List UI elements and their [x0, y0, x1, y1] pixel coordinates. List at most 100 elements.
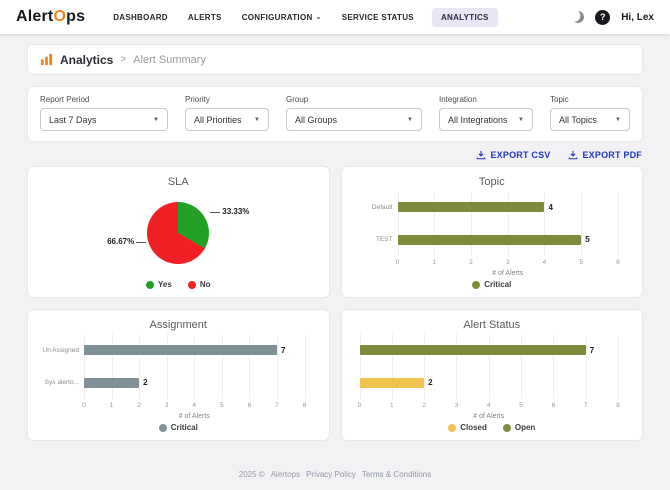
filters-bar: Report Period Last 7 Days ▼ Priority All… [27, 86, 643, 142]
chevron-down-icon: ▼ [407, 117, 413, 123]
alertops-logo[interactable]: AlertOps [16, 8, 85, 26]
bar-value: 2 [143, 378, 147, 387]
sla-pie [147, 202, 209, 264]
chart-title-sla: SLA [38, 176, 319, 188]
axis-tick: 4 [192, 402, 196, 409]
breadcrumb-section[interactable]: Analytics [60, 53, 113, 67]
axis-tick: 3 [165, 402, 169, 409]
sla-pie-chart: 66.67%33.33% [38, 189, 319, 277]
nav-analytics[interactable]: ANALYTICS [432, 8, 498, 27]
dark-mode-moon-icon[interactable] [571, 9, 586, 24]
category-label: TEST [352, 236, 398, 243]
legend-dot [503, 424, 511, 432]
legend-item: Open [503, 423, 535, 432]
chevron-down-icon: ▼ [153, 117, 159, 123]
group-value: All Groups [295, 115, 337, 125]
gridline [194, 334, 195, 399]
breadcrumb-separator: > [120, 54, 126, 65]
gridline [84, 334, 85, 399]
plot-area: DefaultTEST45 [352, 191, 633, 256]
report-period-select[interactable]: Last 7 Days ▼ [40, 108, 168, 131]
nav-service-status[interactable]: SERVICE STATUS [340, 8, 416, 27]
filter-integration: Integration All Integrations ▼ [439, 95, 533, 131]
integration-label: Integration [439, 95, 533, 104]
bar-value: 7 [590, 346, 594, 355]
gridline [167, 334, 168, 399]
group-select[interactable]: All Groups ▼ [286, 108, 422, 131]
x-axis: 0123456 [352, 259, 633, 268]
axis-tick: 3 [506, 259, 510, 266]
main-nav: DASHBOARD ALERTS CONFIGURATION⌄ SERVICE … [111, 8, 498, 27]
axis-ticks: 012345678 [84, 402, 305, 411]
help-icon[interactable]: ? [595, 10, 610, 25]
axis-tick: 2 [137, 402, 141, 409]
gridline [521, 334, 522, 399]
legend-dot [188, 281, 196, 289]
axis-tick: 4 [487, 402, 491, 409]
legend-label: No [200, 280, 211, 289]
privacy-policy-link[interactable]: Privacy Policy [306, 470, 356, 479]
logo-o: O [53, 8, 66, 25]
bar-row: 4 [398, 202, 619, 212]
pie-area: 66.67%33.33% [38, 189, 319, 277]
filter-topic: Topic All Topics ▼ [550, 95, 630, 131]
analytics-bar-chart-icon [40, 53, 53, 66]
header-right: ? Hi, Lex [572, 10, 654, 25]
priority-value: All Priorities [194, 115, 242, 125]
priority-select[interactable]: All Priorities ▼ [185, 108, 269, 131]
axis-tick: 1 [390, 402, 394, 409]
nav-configuration[interactable]: CONFIGURATION⌄ [240, 8, 324, 27]
export-csv-button[interactable]: EXPORT CSV [476, 150, 550, 160]
chevron-down-icon: ▼ [615, 117, 621, 123]
category-label: Un Assigned [38, 347, 84, 354]
export-pdf-button[interactable]: EXPORT PDF [568, 150, 642, 160]
legend-dot [472, 281, 480, 289]
bar-row: 7 [360, 345, 619, 355]
export-row: EXPORT CSV EXPORT PDF [28, 150, 642, 160]
bar [398, 202, 545, 212]
chevron-down-icon: ⌄ [316, 14, 322, 21]
x-axis-label: # of Alerts [352, 413, 633, 420]
axis-tick: 8 [303, 402, 307, 409]
bar [84, 378, 139, 388]
report-period-label: Report Period [40, 95, 168, 104]
x-axis-label: # of Alerts [38, 413, 319, 420]
plot-area: 72 [352, 334, 633, 399]
gridline [249, 334, 250, 399]
integration-select[interactable]: All Integrations ▼ [439, 108, 533, 131]
gridline [618, 191, 619, 256]
plot-area: Un AssignedSys alerto...72 [38, 334, 319, 399]
charts-grid: SLA 66.67%33.33% YesNo Topic DefaultTEST… [27, 166, 643, 441]
legend-item: Critical [472, 280, 511, 289]
plot: 72 [360, 334, 619, 399]
bar [398, 235, 582, 245]
alert-status-card: Alert Status 72012345678# of Alerts Clos… [341, 309, 644, 441]
nav-dashboard[interactable]: DASHBOARD [111, 8, 170, 27]
topic-select[interactable]: All Topics ▼ [550, 108, 630, 131]
page-title: Alert Summary [133, 54, 206, 66]
axis-tick: 2 [469, 259, 473, 266]
legend-label: Critical [484, 280, 511, 289]
category-labels: DefaultTEST [352, 191, 398, 256]
gridline [222, 334, 223, 399]
logo-prefix: Alert [16, 8, 53, 25]
nav-alerts[interactable]: ALERTS [186, 8, 224, 27]
axis-tick: 5 [579, 259, 583, 266]
legend-dot [159, 424, 167, 432]
filter-priority: Priority All Priorities ▼ [185, 95, 269, 131]
axis-tick: 5 [519, 402, 523, 409]
logo-suffix: ps [66, 8, 85, 25]
pie-slice-label: 33.33% [222, 207, 249, 216]
footer-copyright: 2025 © [239, 470, 265, 479]
topic-bar-chart: DefaultTEST450123456# of Alerts [352, 189, 633, 277]
axis-tick: 8 [616, 402, 620, 409]
user-greeting[interactable]: Hi, Lex [621, 12, 654, 23]
bar [360, 345, 586, 355]
alert-status-legend: ClosedOpen [352, 423, 633, 432]
axis-spacer [38, 402, 84, 411]
terms-conditions-link[interactable]: Terms & Conditions [362, 470, 431, 479]
gridline [392, 334, 393, 399]
bar-value: 7 [281, 346, 285, 355]
axis-tick: 7 [584, 402, 588, 409]
footer-brand[interactable]: Alertops [271, 470, 300, 479]
